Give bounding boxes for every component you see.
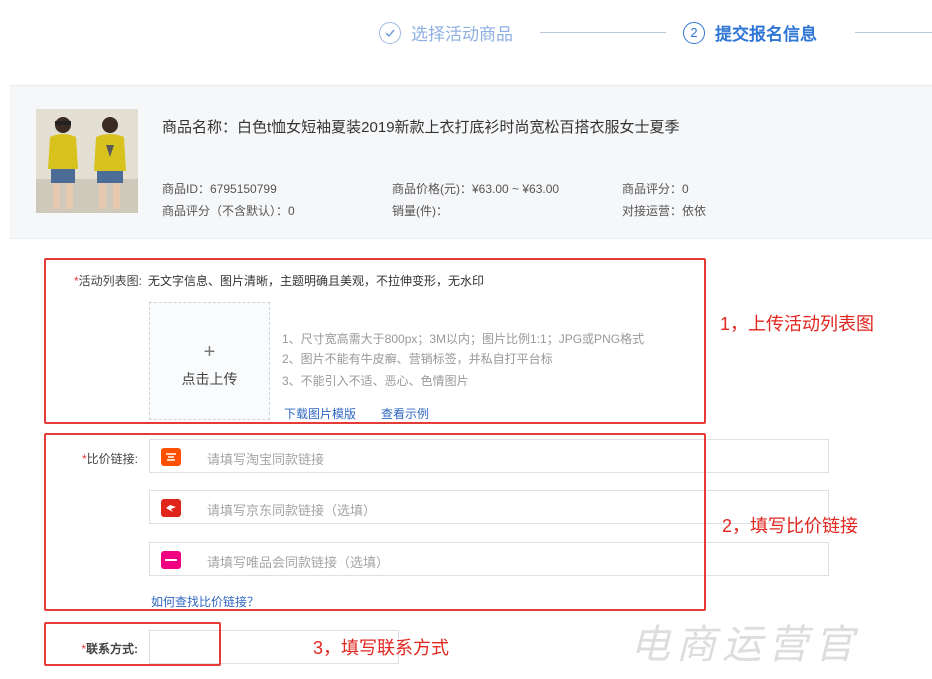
product-image[interactable] <box>36 109 138 213</box>
step-submit-info-label: 提交报名信息 <box>715 25 817 44</box>
step-number-badge: 2 <box>683 21 705 44</box>
product-sales: 销量(件)： <box>392 204 448 218</box>
watermark: 电商运营官 <box>630 622 860 668</box>
annotation-text-2: 2，填写比价链接 <box>722 516 859 536</box>
annotation-box-1 <box>44 258 706 424</box>
annotation-box-2 <box>44 433 706 611</box>
product-rating: 商品评分：0 <box>622 182 689 196</box>
step-connector <box>540 32 666 33</box>
product-ops: 对接运营：依依 <box>622 204 707 218</box>
step-submit-info: 2 提交报名信息 <box>683 20 817 45</box>
product-name: 商品名称：白色t恤女短袖夏装2019新款上衣打底衫时尚宽松百搭衣服女士夏季 <box>162 119 680 136</box>
step-select-product-label: 选择活动商品 <box>411 25 513 44</box>
annotation-text-3: 3，填写联系方式 <box>313 638 450 658</box>
product-id: 商品ID：6795150799 <box>162 182 277 196</box>
product-price: 商品价格(元)：¥63.00 ~ ¥63.00 <box>392 182 560 196</box>
step-connector-trailing <box>855 32 932 33</box>
annotation-box-3 <box>44 622 221 666</box>
annotation-text-1: 1，上传活动列表图 <box>720 314 875 334</box>
step-select-product[interactable]: 选择活动商品 <box>379 20 513 45</box>
product-rating-default: 商品评分（不含默认）：0 <box>162 204 295 218</box>
check-circle-icon <box>379 21 401 44</box>
product-info-panel <box>10 85 932 239</box>
